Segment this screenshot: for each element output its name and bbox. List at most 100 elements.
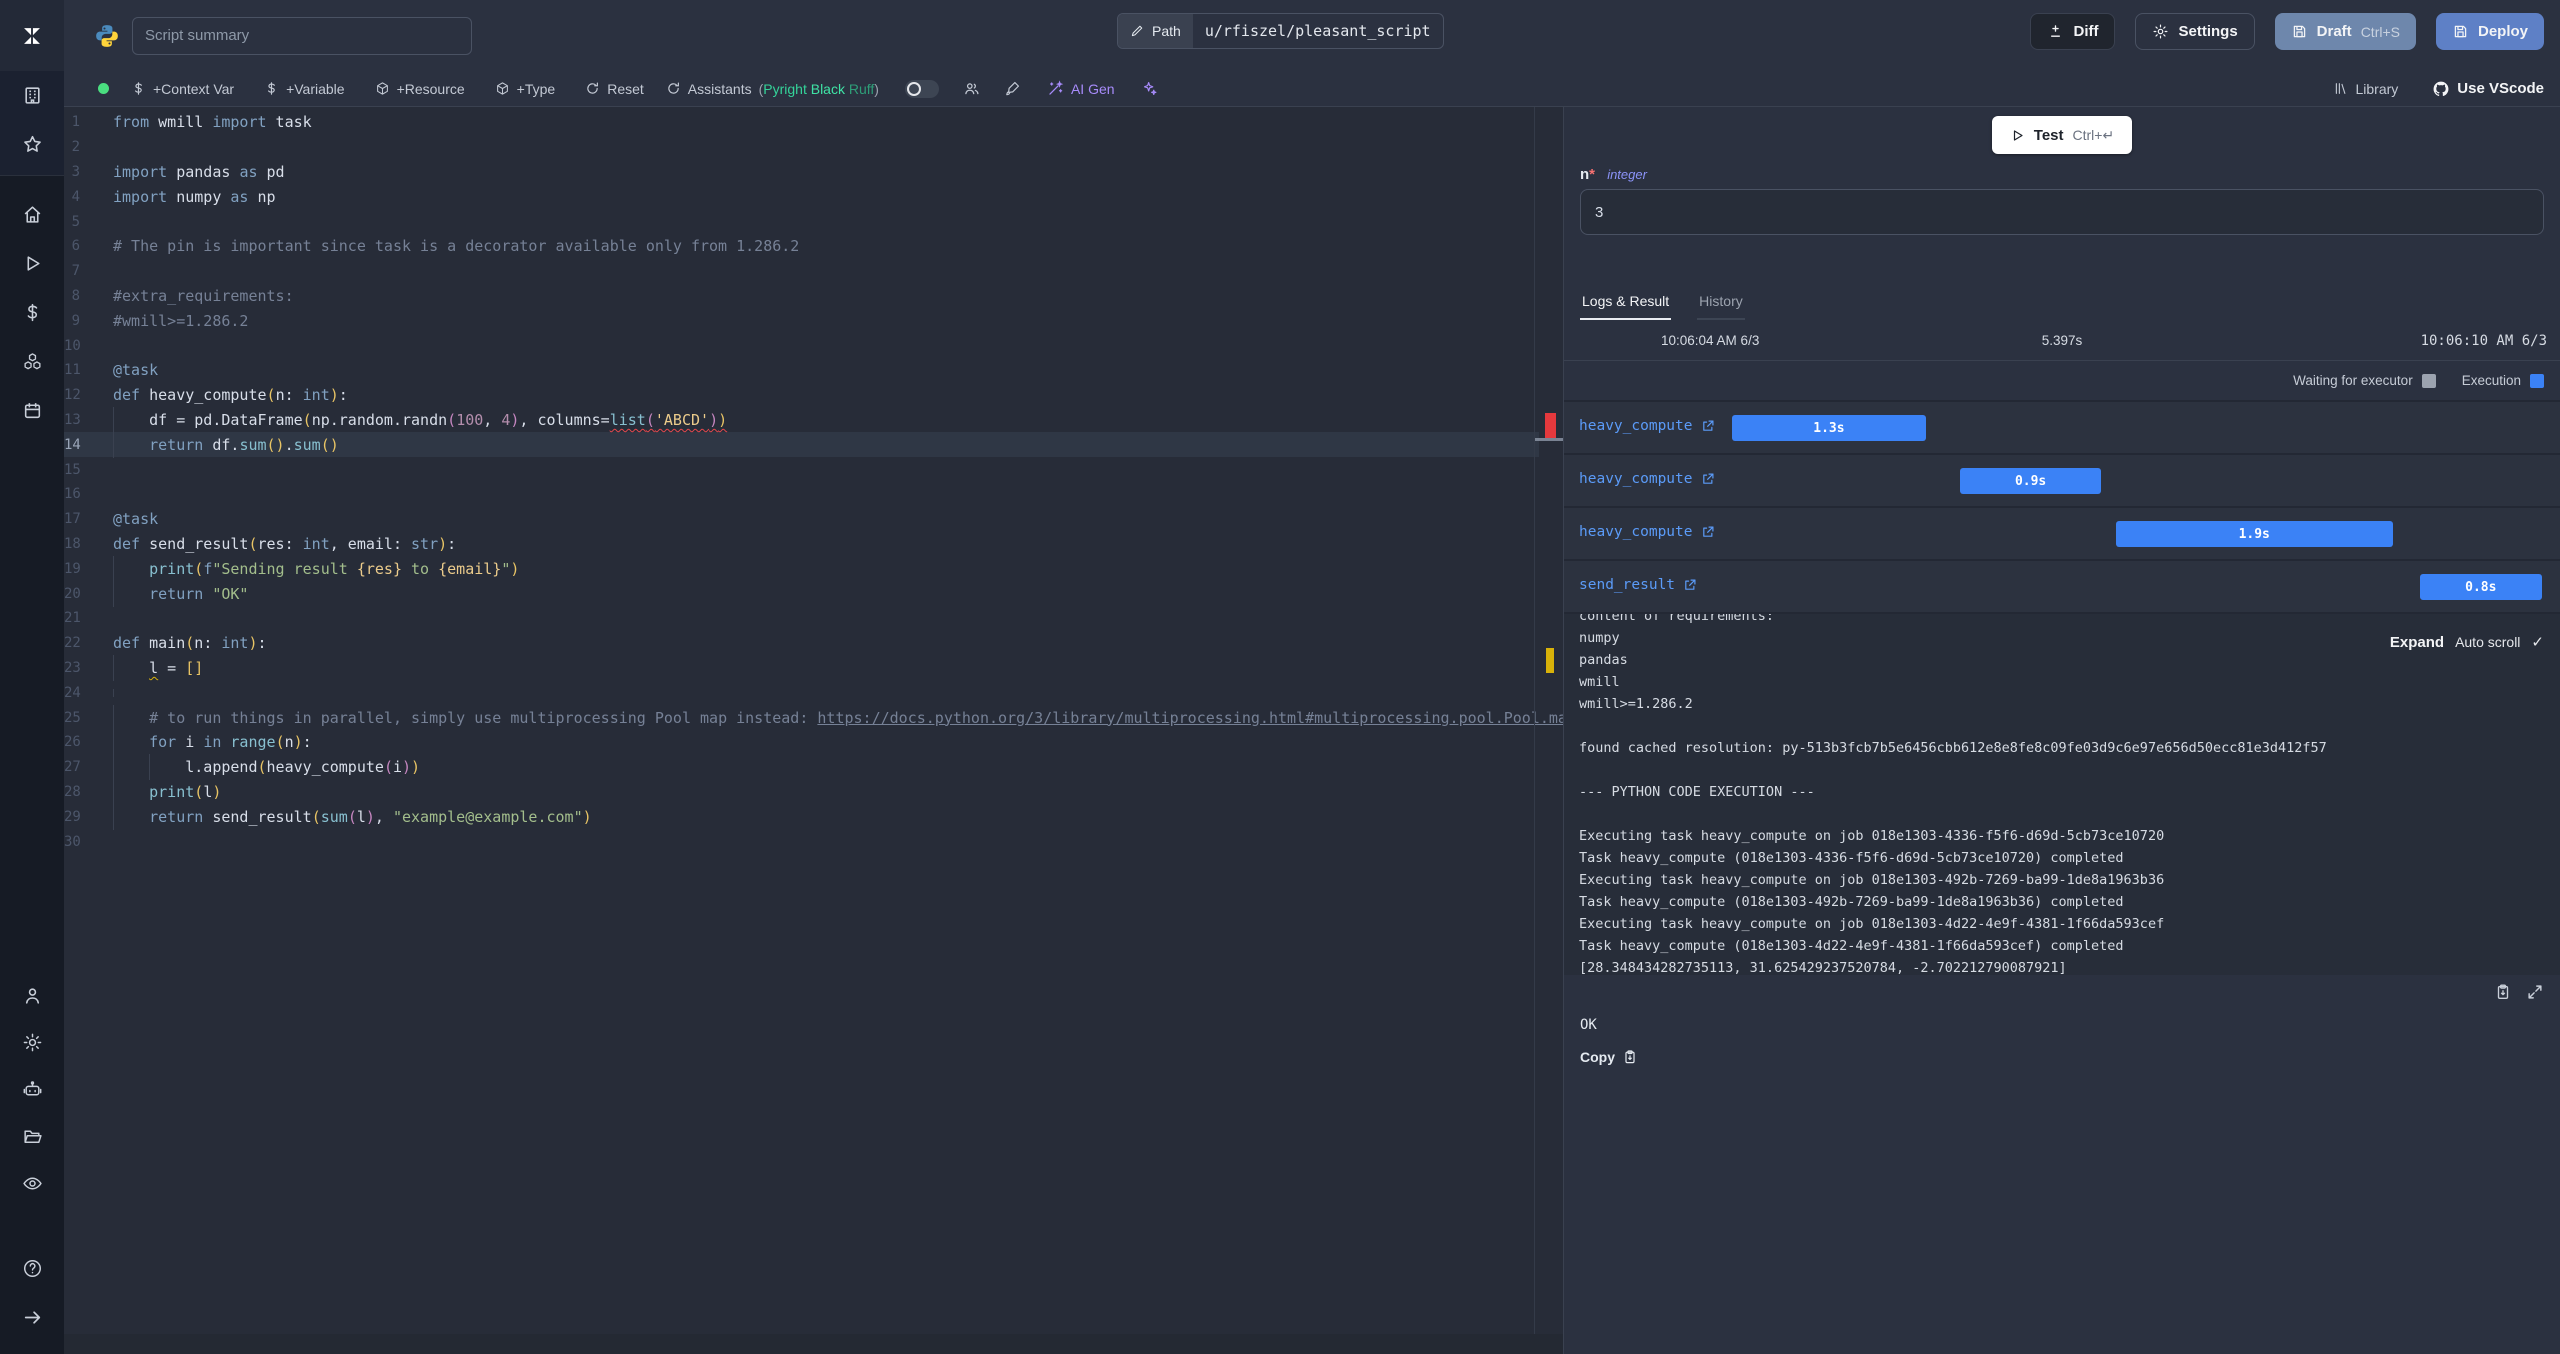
add-resource-button[interactable]: +Resource: [375, 81, 465, 97]
play-icon[interactable]: [22, 253, 43, 274]
code-line[interactable]: 13 df = pd.DataFrame(np.random.randn(100…: [64, 406, 1563, 433]
code-lines: 1 from wmill import task 2 3 import pandas a…: [64, 107, 1563, 854]
tab-logs-result[interactable]: Logs & Result: [1580, 287, 1672, 320]
copy-result-button[interactable]: Copy: [1564, 1033, 2560, 1065]
boxes-icon[interactable]: [22, 351, 43, 372]
path-button[interactable]: Path u/rfiszel/pleasant_script: [1117, 13, 1444, 49]
code-line[interactable]: 28 print(l): [64, 778, 1563, 805]
code-line[interactable]: 20 return "OK": [64, 580, 1563, 607]
script-summary-input[interactable]: [132, 16, 472, 55]
line-number: 8: [71, 287, 80, 304]
home-icon[interactable]: [22, 204, 43, 225]
code-line[interactable]: 14 return df.sum().sum(): [64, 431, 1563, 458]
tab-history[interactable]: History: [1697, 287, 1745, 320]
code-line[interactable]: 9 #wmill>=1.286.2: [64, 308, 1563, 333]
calendar-icon[interactable]: [22, 400, 43, 421]
code-line[interactable]: 23 l = []: [64, 654, 1563, 681]
pencil-icon: [1131, 25, 1143, 37]
copy-logs-icon[interactable]: [2494, 983, 2512, 1001]
line-number: 19: [64, 560, 81, 577]
draft-button[interactable]: Draft Ctrl+S: [2274, 13, 2416, 50]
autoscroll-label[interactable]: Auto scroll: [2455, 634, 2520, 650]
editor-hscrollbar[interactable]: [64, 1334, 1563, 1354]
line-number: 5: [71, 213, 80, 230]
code-line[interactable]: 19 print(f"Sending result {res} to {emai…: [64, 555, 1563, 582]
code-line[interactable]: 30: [64, 829, 1563, 854]
task-name-link[interactable]: send_result: [1579, 577, 1697, 593]
code-editor[interactable]: 1 from wmill import task 2 3 import pandas a…: [64, 107, 1563, 1354]
format-button[interactable]: [1004, 80, 1021, 97]
code-line[interactable]: 11 @task: [64, 358, 1563, 383]
user-icon[interactable]: [22, 985, 43, 1006]
code-line[interactable]: 5: [64, 209, 1563, 234]
code-line[interactable]: 8 #extra_requirements:: [64, 284, 1563, 309]
code-line[interactable]: 17 @task: [64, 507, 1563, 532]
code-line[interactable]: 27 l.append(heavy_compute(i)): [64, 754, 1563, 781]
line-number: 29: [64, 808, 81, 825]
dollar-icon[interactable]: [22, 302, 43, 323]
assistants-button[interactable]: Assistants (Pyright Black Ruff): [666, 81, 879, 97]
task-duration-bar: 0.9s: [1960, 468, 2101, 494]
diff-button[interactable]: Diff: [2030, 13, 2116, 50]
task-name-link[interactable]: heavy_compute: [1579, 471, 1715, 487]
code-line[interactable]: 26 for i in range(n):: [64, 729, 1563, 756]
play-icon: [2013, 129, 2023, 141]
package-icon: [496, 82, 508, 95]
argument-n-input[interactable]: [1580, 189, 2544, 235]
building-icon[interactable]: [22, 85, 43, 106]
reset-button[interactable]: Reset: [585, 81, 644, 97]
error-marker: [1545, 413, 1556, 438]
library-button[interactable]: Library: [2333, 81, 2398, 97]
sidebar-main-group: [0, 176, 64, 449]
code-line[interactable]: 3 import pandas as pd: [64, 160, 1563, 185]
code-line[interactable]: 25 # to run things in parallel, simply u…: [64, 704, 1563, 731]
sidebar-top-group: [0, 71, 64, 176]
add-context-var-button[interactable]: +Context Var: [131, 81, 234, 97]
code-line[interactable]: 29 return send_result(sum(l), "example@e…: [64, 803, 1563, 830]
star-icon[interactable]: [22, 134, 43, 155]
external-link-icon: [1685, 579, 1696, 590]
code-line[interactable]: 2: [64, 135, 1563, 160]
code-line[interactable]: 24: [64, 680, 1563, 705]
code-line[interactable]: 18 def send_result(res: int, email: str):: [64, 532, 1563, 557]
use-vscode-button[interactable]: Use VScode: [2432, 80, 2544, 98]
test-button[interactable]: Test Ctrl+↵: [1991, 116, 2133, 154]
task-name-link[interactable]: heavy_compute: [1579, 418, 1715, 434]
deploy-button[interactable]: Deploy: [2435, 13, 2544, 50]
bot-icon[interactable]: [22, 1079, 43, 1100]
add-variable-button[interactable]: +Variable: [264, 81, 345, 97]
workspace-logo[interactable]: [0, 0, 64, 71]
code-line[interactable]: 6 # The pin is important since task is a …: [64, 234, 1563, 259]
line-number: 1: [71, 114, 80, 131]
settings-gear-icon[interactable]: [22, 1032, 43, 1053]
code-line[interactable]: 21: [64, 606, 1563, 631]
line-number: 22: [64, 635, 81, 652]
eye-icon[interactable]: [22, 1173, 43, 1194]
autoscroll-checkmark-icon[interactable]: ✓: [2531, 633, 2544, 651]
code-line[interactable]: 1 from wmill import task: [64, 110, 1563, 135]
code-line[interactable]: 15: [64, 457, 1563, 482]
code-line[interactable]: 10: [64, 333, 1563, 358]
line-number: 2: [71, 139, 80, 156]
code-line[interactable]: 7: [64, 259, 1563, 284]
multiplayer-button[interactable]: [963, 80, 980, 97]
ai-gen-button[interactable]: AI Gen: [1047, 80, 1115, 97]
test-shortcut: Ctrl+↵: [2072, 126, 2115, 143]
code-line[interactable]: 22 def main(n: int):: [64, 631, 1563, 656]
sparkles-icon[interactable]: [1141, 80, 1158, 97]
help-circle-icon[interactable]: [22, 1258, 43, 1279]
editor-toolbar: +Context Var +Variable +Resource +Type R…: [64, 71, 2560, 107]
log-actions: [1564, 975, 2560, 1001]
expand-button[interactable]: Expand: [2390, 634, 2444, 651]
folder-open-icon[interactable]: [22, 1126, 43, 1147]
expand-logs-icon[interactable]: [2526, 983, 2544, 1001]
task-name-link[interactable]: heavy_compute: [1579, 524, 1715, 540]
arrow-right-icon[interactable]: [22, 1307, 43, 1328]
settings-button[interactable]: Settings: [2135, 13, 2255, 50]
log-panel[interactable]: content of requirements: numpy pandas wm…: [1564, 612, 2560, 975]
code-line[interactable]: 4 import numpy as np: [64, 184, 1563, 209]
add-type-button[interactable]: +Type: [495, 81, 555, 97]
code-line[interactable]: 16: [64, 482, 1563, 507]
code-line[interactable]: 12 def heavy_compute(n: int):: [64, 383, 1563, 408]
assistants-toggle[interactable]: [904, 79, 939, 98]
